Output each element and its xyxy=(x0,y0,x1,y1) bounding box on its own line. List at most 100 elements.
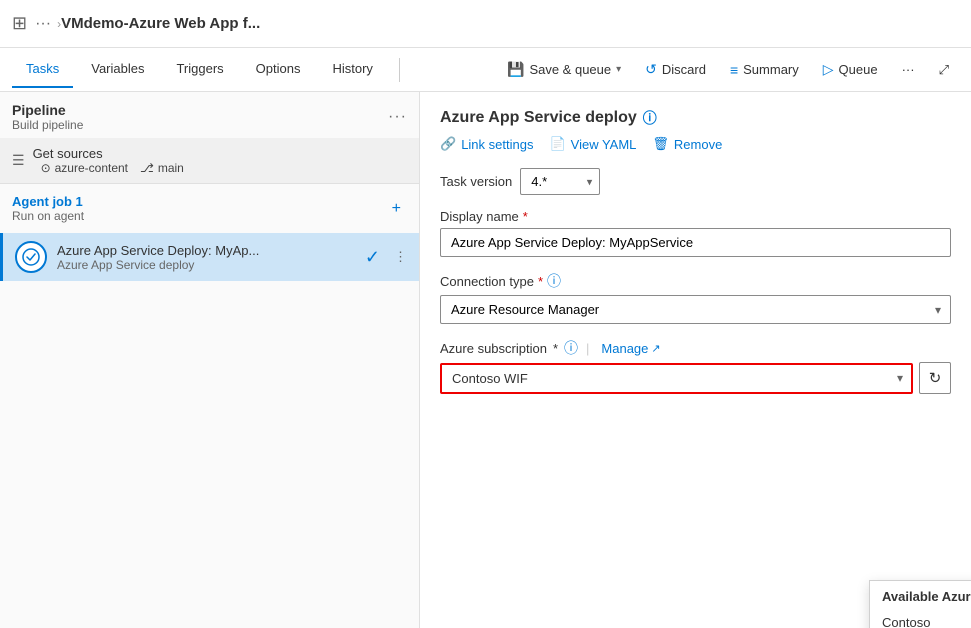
view-yaml-icon: 📄 xyxy=(549,136,565,152)
manage-label: Manage xyxy=(601,341,648,356)
display-name-row: Display name * xyxy=(440,209,951,257)
link-settings-icon: 🔗 xyxy=(440,136,456,152)
queue-button[interactable]: ▷ Queue xyxy=(813,56,888,83)
link-settings-button[interactable]: 🔗 Link settings xyxy=(440,136,533,152)
agent-job-info: Agent job 1 Run on agent xyxy=(12,194,84,223)
nav-actions: 💾 Save & queue ▾ ↺ Discard ≡ Summary ▷ Q… xyxy=(497,56,959,83)
nav-divider xyxy=(399,58,400,82)
display-name-input[interactable] xyxy=(440,228,951,257)
nav-tabs: Tasks Variables Triggers Options History… xyxy=(0,48,971,92)
dropdown-section1-header: Available Azure service connections xyxy=(870,581,971,608)
discard-button[interactable]: ↺ Discard xyxy=(635,56,716,83)
connection-type-select[interactable]: Azure Resource Manager Classic xyxy=(440,295,951,324)
branch-name: main xyxy=(158,161,184,175)
view-yaml-label: View YAML xyxy=(571,137,637,152)
display-name-required: * xyxy=(523,209,528,224)
azure-subscription-required: * xyxy=(553,341,558,356)
expand-button[interactable]: ⤢ xyxy=(929,57,959,83)
save-queue-caret: ▾ xyxy=(616,64,621,75)
subscription-dropdown: Available Azure service connections Cont… xyxy=(869,580,971,628)
discard-icon: ↺ xyxy=(645,61,657,78)
tab-options[interactable]: Options xyxy=(242,51,315,88)
task-row[interactable]: Azure App Service Deploy: MyAp... Azure … xyxy=(0,233,419,281)
save-queue-button[interactable]: 💾 Save & queue ▾ xyxy=(497,56,631,83)
connection-type-wrapper: Azure Resource Manager Classic ▾ xyxy=(440,295,951,324)
agent-job-row: Agent job 1 Run on agent + xyxy=(0,183,419,233)
task-name: Azure App Service Deploy: MyAp... xyxy=(57,243,355,258)
get-sources-row: ☰ Get sources ⊙ azure-content ⎇ main xyxy=(0,138,419,183)
pipeline-title: Pipeline xyxy=(12,102,83,118)
expand-icon: ⤢ xyxy=(939,62,949,78)
task-kebab-menu[interactable]: ⋮ xyxy=(394,249,407,265)
dropdown-item-contoso[interactable]: Contoso xyxy=(870,608,971,628)
right-panel: Azure App Service deploy ⓘ 🔗 Link settin… xyxy=(420,92,971,628)
tab-triggers[interactable]: Triggers xyxy=(162,51,237,88)
agent-job-subtitle: Run on agent xyxy=(12,209,84,223)
section-info-icon[interactable]: ⓘ xyxy=(643,108,657,128)
top-bar-more[interactable]: ··· xyxy=(35,15,51,33)
section-title: Azure App Service deploy ⓘ xyxy=(440,108,951,128)
pipe-separator: | xyxy=(586,341,589,356)
display-name-label: Display name * xyxy=(440,209,951,224)
github-icon: ⊙ xyxy=(41,161,51,175)
azure-subscription-label: Azure subscription xyxy=(440,341,547,356)
get-sources-label: Get sources xyxy=(33,146,103,161)
manage-external-icon: ↗ xyxy=(651,342,660,355)
summary-label: Summary xyxy=(743,62,799,77)
connection-type-info-icon[interactable]: ⓘ xyxy=(547,271,561,291)
page-title: VMdemo-Azure Web App f... xyxy=(61,15,260,32)
summary-button[interactable]: ≡ Summary xyxy=(720,57,809,83)
task-icon xyxy=(15,241,47,273)
main-layout: Pipeline Build pipeline ··· ☰ Get source… xyxy=(0,92,971,628)
subscription-input-row: Contoso WIF Contoso ▾ ↻ xyxy=(440,362,951,394)
link-row: 🔗 Link settings 📄 View YAML 🗑 Remove xyxy=(440,136,951,152)
azure-subscription-info-icon[interactable]: ⓘ xyxy=(564,338,578,358)
tab-history[interactable]: History xyxy=(318,51,386,88)
connection-type-row: Connection type * ⓘ Azure Resource Manag… xyxy=(440,271,951,324)
task-version-wrapper: 4.* 3.* ▾ xyxy=(520,168,600,195)
azure-deploy-icon xyxy=(22,248,40,266)
top-bar: ⊞ ··· › VMdemo-Azure Web App f... xyxy=(0,0,971,48)
branch-icon: ⎇ xyxy=(140,161,154,175)
tab-tasks[interactable]: Tasks xyxy=(12,51,73,88)
subscription-select[interactable]: Contoso WIF Contoso xyxy=(440,363,913,394)
repo-name: azure-content xyxy=(55,161,128,175)
queue-icon: ▷ xyxy=(823,61,834,78)
remove-label: Remove xyxy=(674,137,722,152)
discard-label: Discard xyxy=(662,62,706,77)
task-version-select[interactable]: 4.* 3.* xyxy=(520,168,600,195)
get-sources-info: Get sources ⊙ azure-content ⎇ main xyxy=(33,146,184,175)
section-title-text: Azure App Service deploy xyxy=(440,109,637,127)
save-queue-label: Save & queue xyxy=(529,62,611,77)
manage-link[interactable]: Manage ↗ xyxy=(601,341,660,356)
pipeline-info: Pipeline Build pipeline xyxy=(12,102,83,132)
repo-item: ⊙ azure-content xyxy=(41,161,128,175)
app-icon: ⊞ xyxy=(12,13,27,34)
get-sources-icon: ☰ xyxy=(12,152,25,169)
pipeline-menu-button[interactable]: ··· xyxy=(388,108,407,126)
task-version-label: Task version xyxy=(440,174,512,189)
view-yaml-button[interactable]: 📄 View YAML xyxy=(549,136,636,152)
azure-subscription-row: Azure subscription * ⓘ | Manage ↗ Contos… xyxy=(440,338,951,394)
subscription-select-wrapper: Contoso WIF Contoso ▾ xyxy=(440,363,913,394)
link-settings-label: Link settings xyxy=(461,137,533,152)
task-version-row: Task version 4.* 3.* ▾ xyxy=(440,168,951,195)
remove-button[interactable]: 🗑 Remove xyxy=(652,136,722,152)
add-task-button[interactable]: + xyxy=(386,198,407,220)
subscription-label-row: Azure subscription * ⓘ | Manage ↗ xyxy=(440,338,951,358)
task-check-icon: ✓ xyxy=(365,247,380,268)
task-subtitle: Azure App Service deploy xyxy=(57,258,355,272)
nav-more-button[interactable]: ··· xyxy=(892,57,925,82)
refresh-subscription-button[interactable]: ↻ xyxy=(919,362,951,394)
remove-icon: 🗑 xyxy=(652,136,669,152)
left-panel: Pipeline Build pipeline ··· ☰ Get source… xyxy=(0,92,420,628)
pipeline-header: Pipeline Build pipeline ··· xyxy=(0,92,419,138)
refresh-icon: ↻ xyxy=(929,369,942,387)
nav-more-icon: ··· xyxy=(902,62,915,77)
agent-job-title: Agent job 1 xyxy=(12,194,84,209)
connection-type-label: Connection type * ⓘ xyxy=(440,271,951,291)
branch-item: ⎇ main xyxy=(140,161,184,175)
get-sources-meta: ⊙ azure-content ⎇ main xyxy=(41,161,184,175)
summary-icon: ≡ xyxy=(730,62,738,78)
tab-variables[interactable]: Variables xyxy=(77,51,158,88)
